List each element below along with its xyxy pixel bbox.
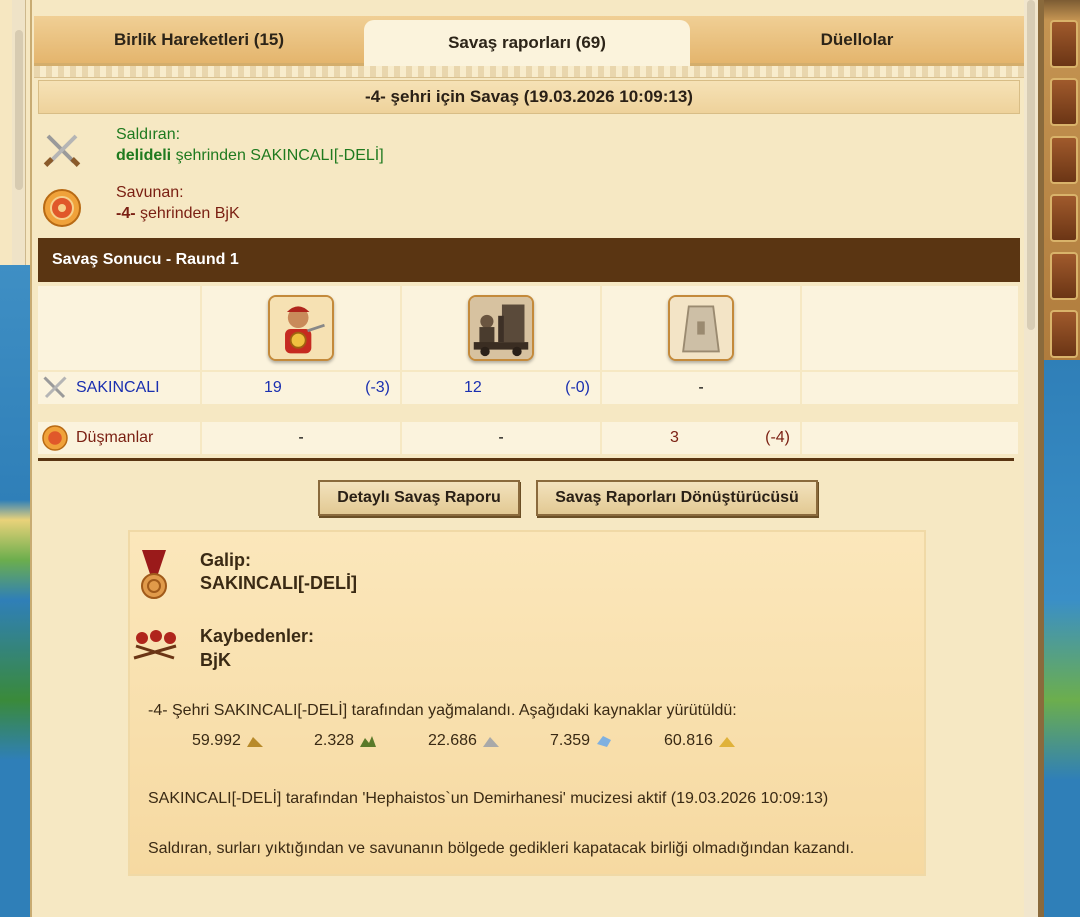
defender-value: -4- şehrinden BjK [116, 205, 240, 223]
tab-duels[interactable]: Düellolar [690, 16, 1024, 63]
defender-unit3-cell: 3 (-4) [602, 422, 800, 454]
outcome-text: Saldıran, surları yıktığından ve savunan… [148, 840, 855, 857]
attacker-player[interactable]: şehrinden SAKINCALI[-DELİ] [171, 147, 384, 164]
empty-cell [38, 286, 200, 370]
unit-count: - [298, 429, 304, 446]
unit-header-row [38, 286, 1020, 370]
defender-label: Savunan: [116, 184, 184, 201]
unit-slot-icon[interactable] [1050, 78, 1078, 126]
unit-slot-icon[interactable] [1050, 194, 1078, 242]
defender-name-cell: Düşmanlar [38, 422, 200, 454]
unit-count: - [698, 379, 704, 396]
report-tabs: Birlik Hareketleri (15) Savaş raporları … [34, 16, 1024, 66]
attacker-row: SAKINCALI 19 (-3) 12 (-0) - [38, 372, 1020, 404]
battle-result-box: Galip: SAKINCALI[-DELİ] Kaybedenler: BjK… [128, 530, 926, 876]
tab-battle-reports[interactable]: Savaş raporları (69) [364, 20, 690, 66]
resource-value: 2.328 [314, 732, 355, 749]
fallen-soldiers-icon [133, 630, 177, 660]
attacker-label: Saldıran: [116, 126, 181, 143]
report-converter-button[interactable]: Savaş Raporları Dönüştürücüsü [536, 480, 818, 516]
crossed-swords-icon [43, 376, 67, 399]
resource-value: 7.359 [550, 732, 591, 749]
resource-wood: 2.328 [314, 732, 377, 750]
defender-info: Savunan: -4- şehrinden BjK [42, 184, 642, 234]
warrior-unit-icon[interactable] [268, 295, 334, 361]
tab-troop-movements[interactable]: Birlik Hareketleri (15) [34, 16, 364, 63]
unit-slot-icon[interactable] [1050, 310, 1078, 358]
losers-label: Kaybedenler: [200, 626, 315, 646]
tab-ornament-border [34, 66, 1024, 78]
winner-label: Galip: [200, 550, 252, 570]
defender-name: Düşmanlar [76, 429, 154, 446]
attacker-info: Saldıran: delideli şehrinden SAKINCALI[-… [42, 126, 642, 176]
shield-icon [42, 425, 68, 451]
defender-row: Düşmanlar - - 3 (-4) [38, 422, 1020, 454]
table-divider [38, 458, 1014, 461]
plundered-resources: 59.992 2.328 22.686 7.359 60.816 [192, 732, 812, 756]
unit-slot-icon[interactable] [1050, 252, 1078, 300]
unit-loss: (-0) [565, 379, 590, 396]
empty-cell [802, 286, 1018, 370]
resource-sulfur: 60.816 [664, 732, 736, 750]
left-scrollbar[interactable] [12, 0, 26, 265]
resource-marble: 22.686 [428, 732, 500, 750]
unit-loss: (-4) [765, 429, 790, 446]
unit-column [202, 286, 400, 370]
wall-unit-icon[interactable] [668, 295, 734, 361]
unit-loss: (-3) [365, 379, 390, 396]
resource-value: 59.992 [192, 732, 241, 749]
resource-value: 22.686 [428, 732, 477, 749]
siege-unit-icon[interactable] [468, 295, 534, 361]
crystal-icon [597, 736, 612, 747]
attacker-unit3-cell: - [602, 372, 800, 404]
defender-unit1-cell: - [202, 422, 400, 454]
unit-count: - [498, 429, 504, 446]
wonder-text: SAKINCALI[-DELİ] tarafından 'Hephaistos`… [148, 790, 829, 807]
gold-icon [246, 737, 263, 747]
unit-slot-icon[interactable] [1050, 136, 1078, 184]
report-title: -4- şehri için Savaş (19.03.2026 10:09:1… [38, 80, 1020, 114]
unit-count: 3 [670, 429, 679, 446]
battle-table: SAKINCALI 19 (-3) 12 (-0) - Düşmanlar - … [38, 286, 1020, 454]
round-title-bar: Savaş Sonucu - Raund 1 [38, 238, 1020, 282]
unit-count: 19 [264, 379, 282, 396]
attacker-unit1-cell: 19 (-3) [202, 372, 400, 404]
unit-slot-icon[interactable] [1050, 20, 1078, 68]
window-scrollbar[interactable] [1024, 0, 1038, 917]
unit-column [602, 286, 800, 370]
defender-city-link[interactable]: -4- [116, 205, 136, 222]
defender-unit2-cell: - [402, 422, 600, 454]
unit-count: 12 [464, 379, 482, 396]
empty-cell [802, 372, 1018, 404]
resource-gold: 59.992 [192, 732, 264, 750]
attacker-value: delideli şehrinden SAKINCALI[-DELİ] [116, 147, 384, 165]
empty-cell [802, 422, 1018, 454]
game-background-right [1044, 0, 1080, 917]
battle-report-window: Birlik Hareketleri (15) Savaş raporları … [30, 0, 1030, 917]
attacker-city-link[interactable]: delideli [116, 147, 171, 164]
marble-icon [482, 737, 499, 747]
winner-name[interactable]: SAKINCALI[-DELİ] [200, 573, 357, 594]
unit-column [402, 286, 600, 370]
wood-icon [360, 736, 377, 747]
detailed-report-button[interactable]: Detaylı Savaş Raporu [318, 480, 520, 516]
attacker-unit2-cell: 12 (-0) [402, 372, 600, 404]
medal-icon [141, 550, 167, 599]
losers-name[interactable]: BjK [200, 650, 231, 671]
crossed-swords-icon [43, 134, 81, 167]
shield-icon [43, 189, 81, 227]
plunder-text: -4- Şehri SAKINCALI[-DELİ] tarafından ya… [148, 702, 737, 719]
attacker-name-cell: SAKINCALI [38, 372, 200, 404]
defender-player[interactable]: şehrinden BjK [136, 205, 240, 222]
attacker-name[interactable]: SAKINCALI [76, 379, 160, 397]
resource-crystal: 7.359 [550, 732, 613, 750]
sulfur-icon [718, 737, 735, 747]
left-scrollbar-thumb[interactable] [15, 30, 23, 190]
window-scrollbar-thumb[interactable] [1027, 0, 1035, 330]
resource-value: 60.816 [664, 732, 713, 749]
